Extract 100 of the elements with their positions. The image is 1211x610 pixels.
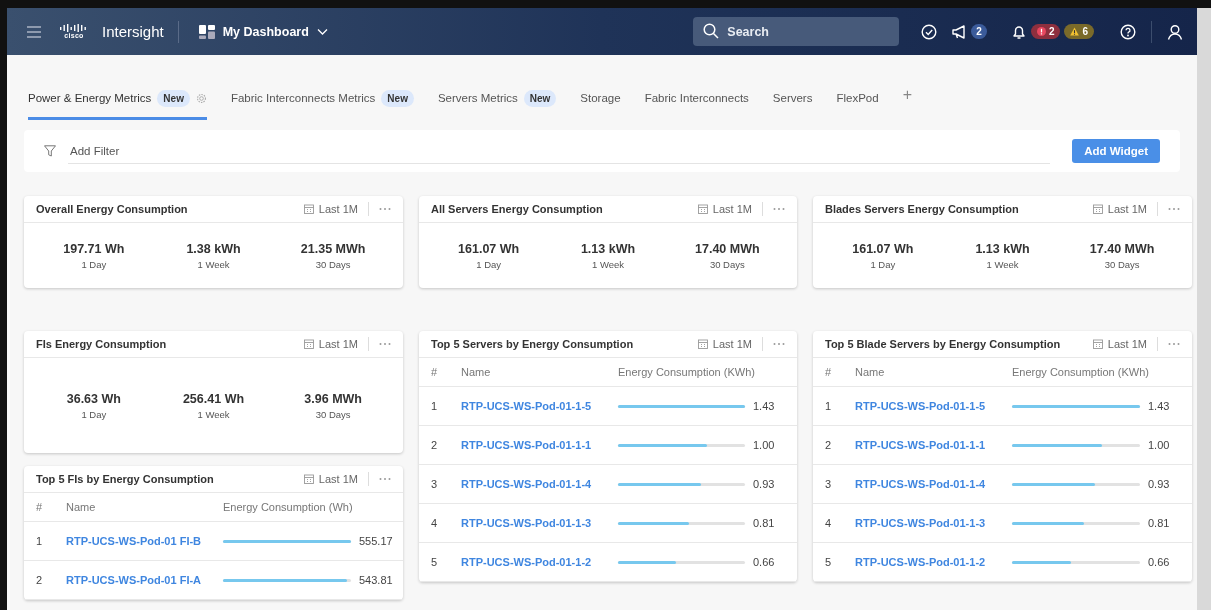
server-link[interactable]: RTP-UCS-WS-Pod-01 FI-A [66, 574, 223, 586]
metric-label: 1 Day [870, 258, 896, 270]
row-number: 2 [825, 439, 833, 451]
table-cell-text: 1.00 [1148, 439, 1171, 451]
metric-label: 30 Days [315, 258, 351, 270]
table-cell-text: 0.81 [1148, 517, 1171, 529]
calendar-icon [1092, 339, 1103, 349]
server-link[interactable]: RTP-UCS-WS-Pod-01-1-3 [855, 517, 1012, 529]
metric-value: 161.07 Wh [852, 241, 914, 256]
calendar-icon [303, 339, 314, 349]
table-cell-text: 1.43 [753, 400, 776, 412]
table-cell-text: 0.93 [753, 478, 776, 490]
metric-label: 30 Days [315, 408, 351, 420]
search-field[interactable]: Search [693, 17, 900, 46]
user-icon[interactable] [1167, 23, 1183, 40]
calendar-icon [697, 204, 708, 214]
time-range[interactable]: Last 1M [1107, 338, 1147, 350]
metric-label: 1 Week [197, 408, 230, 420]
megaphone-icon[interactable] [951, 23, 968, 40]
time-range[interactable]: Last 1M [318, 338, 358, 350]
chevron-down-icon[interactable] [316, 27, 328, 36]
row-number: 3 [431, 478, 439, 490]
table-cell-text: 555.17 [359, 535, 394, 547]
settings-icon[interactable] [195, 92, 207, 104]
row-number: 1 [36, 535, 44, 547]
tab[interactable]: Servers [772, 82, 813, 117]
critical-alert-count[interactable]: 2 [1030, 24, 1061, 39]
widget-title: Top 5 Servers by Energy Consumption [431, 338, 635, 350]
server-link[interactable]: RTP-UCS-WS-Pod-01-1-4 [461, 478, 618, 490]
more-icon[interactable] [379, 477, 391, 481]
tab[interactable]: Power & Energy Metrics New [28, 79, 207, 120]
add-tab-button[interactable]: + [902, 85, 912, 104]
time-range[interactable]: Last 1M [318, 473, 358, 485]
column-header: Energy Consumption (KWh) [618, 366, 756, 378]
more-icon[interactable] [379, 207, 391, 211]
row-number: 2 [36, 574, 44, 586]
calendar-icon [697, 339, 708, 349]
widget-title: Top 5 Blade Servers by Energy Consumption [825, 338, 1062, 350]
tab[interactable]: Storage [580, 82, 621, 117]
time-range[interactable]: Last 1M [712, 338, 752, 350]
tab[interactable]: Servers Metrics New [437, 79, 557, 120]
more-icon[interactable] [379, 342, 391, 346]
check-circle-icon[interactable] [921, 23, 938, 40]
table-cell-text: 1.00 [753, 439, 776, 451]
tab[interactable]: Fabric Interconnects Metrics New [230, 79, 414, 120]
metric-label: 1 Day [81, 408, 107, 420]
server-link[interactable]: RTP-UCS-WS-Pod-01-1-1 [855, 439, 1012, 451]
column-header: Energy Consumption (KWh) [1012, 366, 1150, 378]
metric-label: 1 Day [81, 258, 107, 270]
column-header: # [825, 366, 833, 378]
row-number: 5 [431, 556, 439, 568]
error-icon [1036, 27, 1046, 36]
metric-label: 1 Week [986, 258, 1019, 270]
more-icon[interactable] [773, 342, 785, 346]
add-widget-button[interactable]: Add Widget [1072, 139, 1160, 163]
more-icon[interactable] [1168, 342, 1180, 346]
table-cell-text: 1.43 [1148, 400, 1171, 412]
dashboard-icon [198, 24, 215, 39]
metric-value: 17.40 MWh [695, 241, 760, 256]
server-link[interactable]: RTP-UCS-WS-Pod-01-1-1 [461, 439, 618, 451]
server-link[interactable]: RTP-UCS-WS-Pod-01-1-5 [855, 400, 1012, 412]
calendar-icon [1092, 204, 1103, 214]
metric-label: 30 Days [709, 258, 745, 270]
metric-label: 1 Week [197, 258, 230, 270]
column-header: Name [855, 366, 886, 378]
more-icon[interactable] [1168, 207, 1180, 211]
metric-label: 30 Days [1104, 258, 1140, 270]
tab[interactable]: FlexPod [836, 82, 879, 117]
server-link[interactable]: RTP-UCS-WS-Pod-01-1-2 [461, 556, 618, 568]
table-cell-text: 0.81 [753, 517, 776, 529]
widget-title: All Servers Energy Consumption [431, 203, 604, 215]
help-icon[interactable] [1120, 23, 1136, 40]
server-link[interactable]: RTP-UCS-WS-Pod-01-1-3 [461, 517, 618, 529]
widget-title: Blades Servers Energy Consumption [825, 203, 1020, 215]
metric-value: 3.96 MWh [304, 391, 362, 406]
filter-icon [44, 145, 56, 157]
tab[interactable]: Fabric Interconnects [644, 82, 749, 117]
warning-alert-count[interactable]: 6 [1064, 24, 1094, 39]
widget-title: Overall Energy Consumption [36, 203, 189, 215]
table-cell-text: 0.93 [1148, 478, 1171, 490]
filter-bar[interactable]: Add Filter Add Widget [24, 130, 1180, 172]
bars-icon [60, 23, 88, 32]
bell-icon[interactable] [1010, 23, 1027, 40]
server-link[interactable]: RTP-UCS-WS-Pod-01 FI-B [66, 535, 223, 547]
time-range[interactable]: Last 1M [318, 203, 358, 215]
server-link[interactable]: RTP-UCS-WS-Pod-01-1-4 [855, 478, 1012, 490]
dashboard-selector[interactable]: My Dashboard [222, 24, 309, 39]
column-header: Name [66, 501, 97, 513]
menu-icon[interactable] [27, 25, 41, 38]
server-link[interactable]: RTP-UCS-WS-Pod-01-1-2 [855, 556, 1012, 568]
time-range[interactable]: Last 1M [712, 203, 752, 215]
server-link[interactable]: RTP-UCS-WS-Pod-01-1-5 [461, 400, 618, 412]
time-range[interactable]: Last 1M [1107, 203, 1147, 215]
metric-label: 1 Day [476, 258, 502, 270]
row-number: 3 [825, 478, 833, 490]
column-header: # [431, 366, 439, 378]
more-icon[interactable] [773, 207, 785, 211]
metric-value: 1.38 kWh [186, 241, 241, 256]
calendar-icon [303, 474, 314, 484]
announcement-count: 2 [971, 24, 987, 39]
